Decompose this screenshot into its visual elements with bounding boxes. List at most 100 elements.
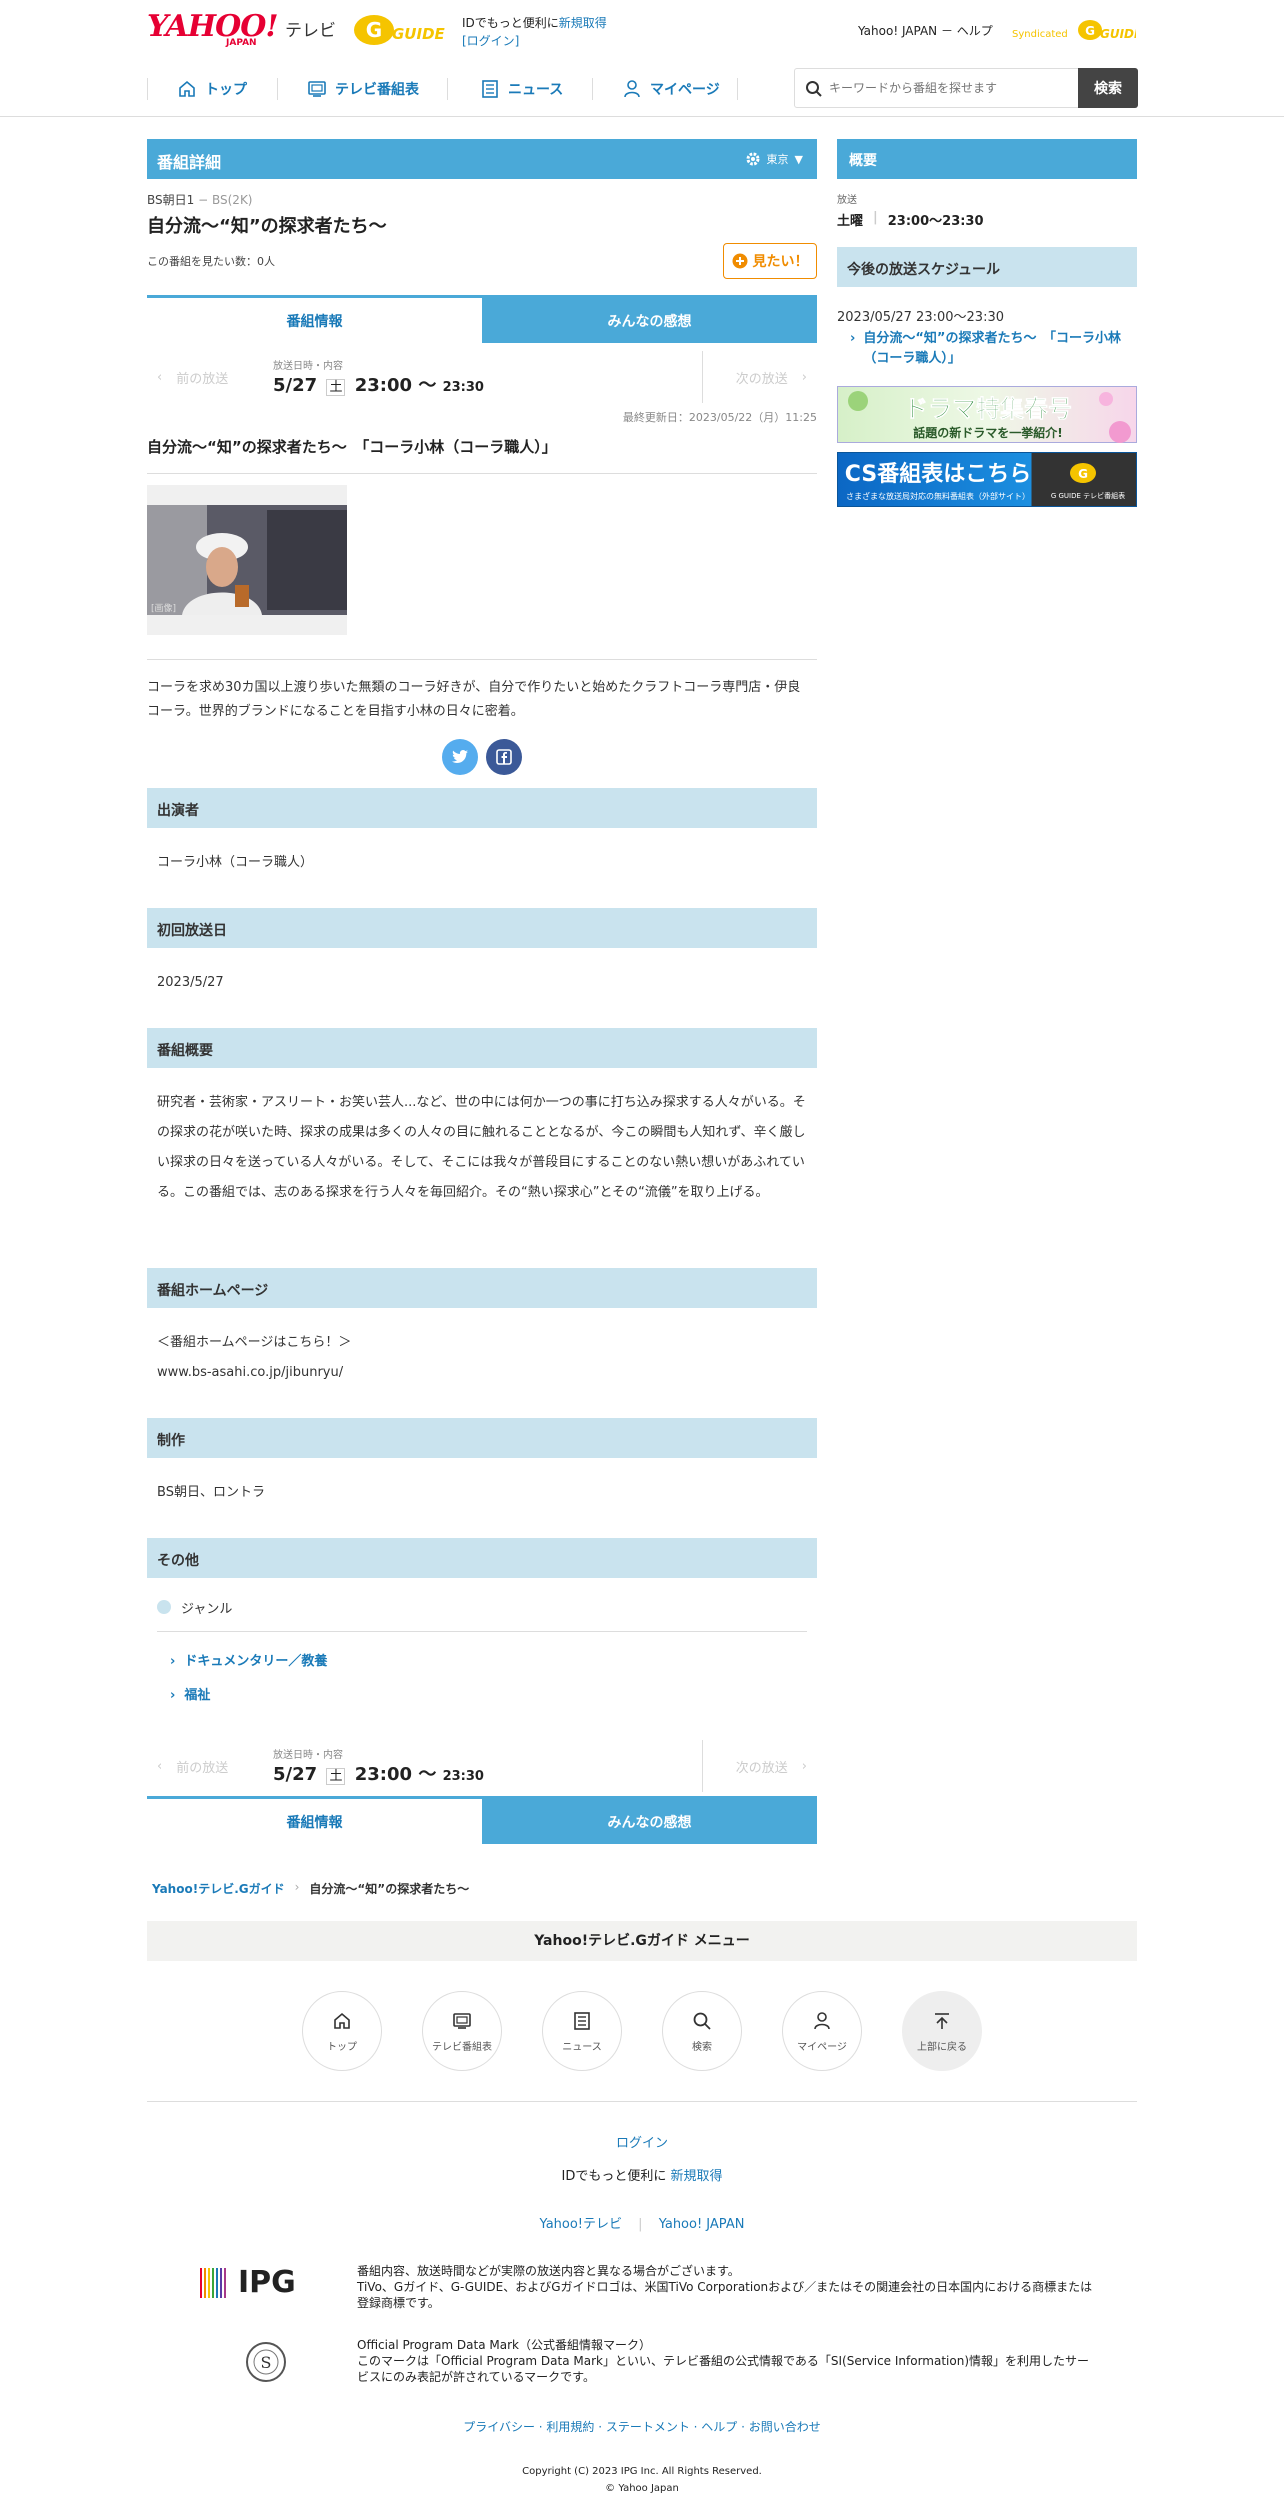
yahoo-logo[interactable]: YAHOO!: [147, 12, 279, 42]
search-icon: [806, 81, 822, 97]
nav-label: マイページ: [650, 82, 720, 98]
program-tabs-bottom: 番組情報 みんなの感想: [147, 1796, 817, 1844]
program-description: コーラを求め30カ国以上渡り歩いた無類のコーラ好きが、自分で作りたいと始めたクラ…: [147, 680, 801, 719]
tab-reviews[interactable]: みんなの感想: [482, 1799, 817, 1844]
gguide-logo[interactable]: G GUIDE: [352, 12, 447, 48]
login-link[interactable]: [ログイン]: [462, 34, 519, 48]
homepage-label: ＜番組ホームページはこちら！＞: [157, 1335, 352, 1350]
news-icon: [482, 80, 498, 98]
drama-banner[interactable]: ドラマ特集春号 話題の新ドラマを一挙紹介!: [837, 386, 1137, 443]
search-button[interactable]: 検索: [1078, 68, 1138, 108]
header-links[interactable]: Yahoo! JAPAN － ヘルプ: [858, 22, 993, 39]
next-broadcast-link[interactable]: 次の放送 ›: [702, 1740, 817, 1792]
next-label: 次の放送: [735, 371, 788, 387]
broadcast-nav-bottom: ‹ 前の放送 放送日時・内容 5/27 土 23:00 〜 23:30 次の放送 ›: [147, 1740, 817, 1792]
region-selector[interactable]: 東京 ▼: [745, 151, 803, 167]
want-count: この番組を見たい数：0人: [147, 255, 275, 268]
footer-menu-back-to-top[interactable]: 上部に戻る: [902, 1991, 982, 2071]
nav-item-top[interactable]: トップ: [177, 68, 247, 110]
opdm-mark-icon: S: [246, 2342, 286, 2382]
tab-program-info[interactable]: 番組情報: [147, 1799, 482, 1844]
chevron-right-icon: ›: [170, 1688, 185, 1703]
thumbnail-caption: [画像]: [151, 602, 176, 614]
nav-label: トップ: [205, 82, 247, 98]
episode-title: 自分流〜“知”の探求者たち〜 「コーラ小林（コーラ職人）」: [147, 438, 557, 456]
site-header: YAHOO! JAPAN テレビ G GUIDE IDでもっと便利に新規取得 […: [0, 0, 1284, 117]
opdm-title: Official Program Data Mark（公式番組情報マーク）: [357, 2338, 651, 2352]
prev-broadcast-link[interactable]: ‹ 前の放送: [147, 351, 267, 403]
genre-link-label: 福祉: [184, 1688, 211, 1703]
breadcrumb: Yahoo!テレビ.Gガイド › 自分流〜“知”の探求者たち〜: [152, 1880, 469, 1897]
genre-link-label: ドキュメンタリー／教養: [184, 1654, 328, 1669]
program-title: 自分流〜“知”の探求者たち〜: [147, 216, 387, 237]
chevron-left-icon: ‹: [157, 1758, 163, 1774]
air-start: 23:00: [354, 1764, 413, 1785]
footer-notice: 番組内容、放送時間などが実際の放送内容と異なる場合がございます。 TiVo、Gガ…: [357, 2263, 1097, 2311]
user-icon: [624, 80, 640, 98]
search-input[interactable]: [829, 78, 1059, 98]
legal-links[interactable]: プライバシー · 利用規約 · ステートメント · ヘルプ · お問い合わせ: [0, 2418, 1284, 2435]
nav-item-tv-guide[interactable]: テレビ番組表: [307, 68, 419, 110]
opdm-notice: Official Program Data Mark（公式番組情報マーク） この…: [357, 2337, 1097, 2385]
sidebar-air-day: 土曜: [837, 214, 864, 229]
divider: [147, 2101, 1137, 2102]
share-twitter-button[interactable]: [442, 739, 478, 775]
signup-link[interactable]: 新規取得: [559, 16, 607, 30]
air-datetime: 5/27 土 23:00 〜 23:30: [273, 371, 484, 397]
footer-menu-news[interactable]: ニュース: [542, 1991, 622, 2071]
nav-item-mypage[interactable]: マイページ: [622, 68, 720, 110]
cs-guide-banner[interactable]: CS番組表はこちら さまざまな放送局対応の無料番組表（外部サイト） G G GU…: [837, 452, 1137, 507]
tv-icon: [308, 81, 326, 97]
divider: [147, 659, 817, 660]
banner2-sub: さまざまな放送局対応の無料番組表（外部サイト）: [846, 491, 1030, 501]
channel-name[interactable]: BS朝日1: [147, 193, 194, 207]
share-facebook-button[interactable]: [486, 739, 522, 775]
footer-menu-label: トップ: [327, 2041, 357, 2053]
chevron-right-icon: ›: [801, 1758, 807, 1774]
prev-broadcast-link[interactable]: ‹ 前の放送: [147, 1740, 267, 1792]
region-label: 東京: [766, 153, 789, 166]
schedule-link[interactable]: › 自分流〜“知”の探求者たち〜 「コーラ小林（コーラ職人）」: [850, 329, 1137, 369]
footer-link-yahoo-tv[interactable]: Yahoo!テレビ: [540, 2217, 622, 2232]
footer-menu-tv-guide[interactable]: テレビ番組表: [422, 1991, 502, 2071]
air-datetime: 5/27 土 23:00 〜 23:30: [273, 1760, 484, 1786]
want-to-watch-button[interactable]: 見たい！: [723, 243, 817, 279]
chevron-right-icon: ›: [170, 1654, 185, 1669]
chevron-left-icon: ‹: [157, 369, 163, 385]
divider: [147, 473, 817, 474]
opdm-seal: S: [253, 2349, 279, 2375]
tab-program-info[interactable]: 番組情報: [147, 298, 482, 343]
drama-banner-graphic: ドラマ特集春号 話題の新ドラマを一挙紹介!: [848, 391, 1131, 443]
next-broadcast-link[interactable]: 次の放送 ›: [702, 351, 817, 403]
footer-login-link[interactable]: ログイン: [616, 2136, 668, 2151]
production-text: BS朝日、ロントラ: [157, 1485, 265, 1500]
tab-reviews[interactable]: みんなの感想: [482, 298, 817, 343]
footer-menu-mypage[interactable]: マイページ: [782, 1991, 862, 2071]
footer-link-yahoo-japan[interactable]: Yahoo! JAPAN: [659, 2217, 745, 2232]
summary-text: 研究者・芸術家・アスリート・お笑い芸人...など、世の中には何か一つの事に打ち込…: [157, 1095, 806, 1200]
ipg-logo: IPG: [200, 2265, 296, 2300]
homepage-url[interactable]: www.bs-asahi.co.jp/jibunryu/: [157, 1358, 343, 1388]
section-header-first-air: 初回放送日: [147, 908, 817, 948]
footer-menu-top[interactable]: トップ: [302, 1991, 382, 2071]
chevron-right-icon: ›: [850, 331, 856, 346]
yahoo-japan-wordmark: JAPAN: [226, 38, 257, 48]
air-end: 23:30: [442, 380, 484, 395]
footer-menu-search[interactable]: 検索: [662, 1991, 742, 2071]
air-day: 土: [326, 379, 346, 396]
genre-bullet: [157, 1600, 171, 1614]
channel-sub: BS(2K): [211, 193, 253, 207]
tv-logo-text[interactable]: テレビ: [285, 16, 336, 41]
svg-text:Syndicated: Syndicated: [1012, 29, 1068, 40]
next-label: 次の放送: [735, 1760, 788, 1776]
breadcrumb-root[interactable]: Yahoo!テレビ.Gガイド: [152, 1880, 285, 1897]
footer-notice-2: TiVo、Gガイド、G-GUIDE、およびGガイドロゴは、米国TiVo Corp…: [357, 2280, 1093, 2310]
nav-item-news[interactable]: ニュース: [480, 68, 563, 110]
genre-link[interactable]: › ドキュメンタリー／教養: [170, 1650, 327, 1669]
footer-menu-label: マイページ: [797, 2041, 847, 2053]
detail-header: 番組詳細 東京 ▼: [147, 139, 817, 179]
cast-text: コーラ小林（コーラ職人）: [157, 855, 314, 870]
footer-signup-link[interactable]: 新規取得: [670, 2169, 722, 2184]
svg-text:G: G: [366, 18, 382, 42]
genre-link[interactable]: › 福祉: [170, 1684, 210, 1703]
